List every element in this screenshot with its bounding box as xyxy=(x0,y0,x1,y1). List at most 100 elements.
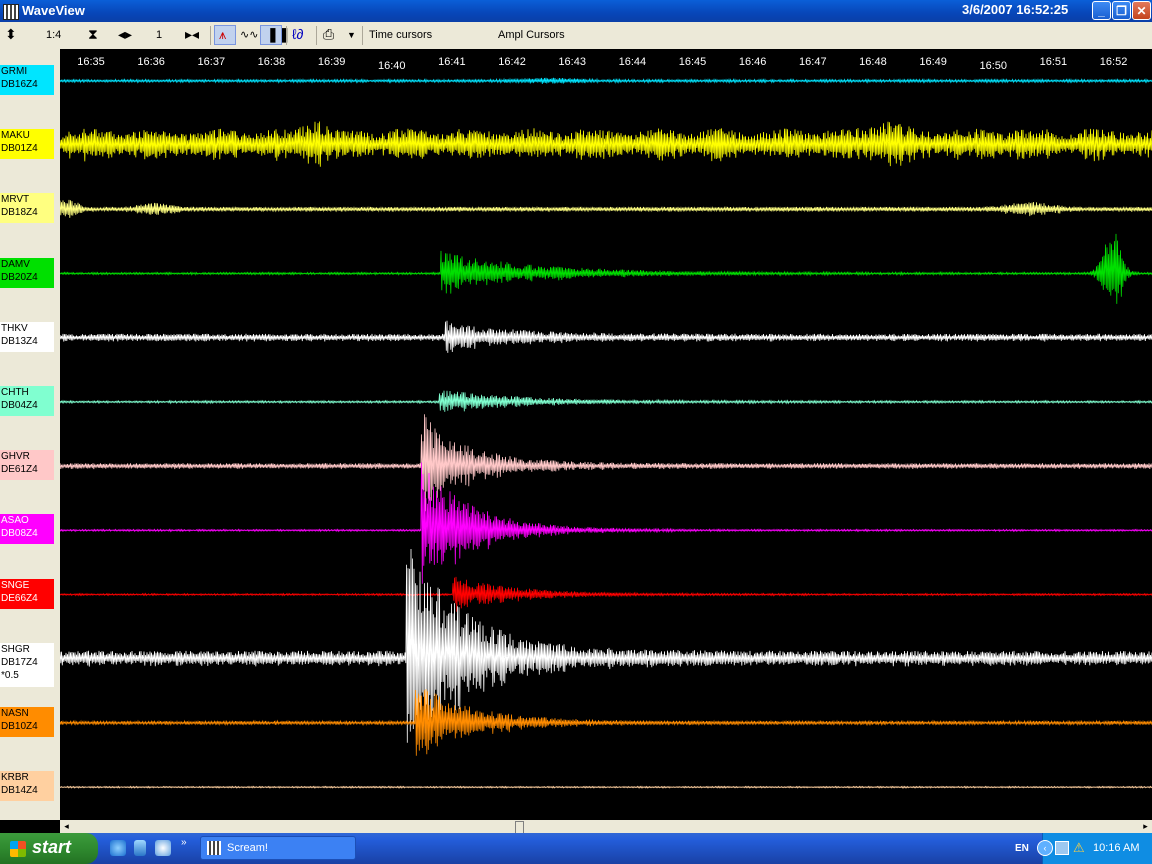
channel-station: ASAO xyxy=(1,515,29,527)
clock: 10:16 AM xyxy=(1093,842,1140,854)
channel-channel: DB18Z4 xyxy=(1,207,38,219)
scream-app-icon xyxy=(207,841,221,855)
zoom-ratio[interactable]: 1:4 xyxy=(46,29,61,41)
toolbar-separator xyxy=(316,26,317,45)
channel-label-chth[interactable]: CHTH DB04Z4 xyxy=(0,386,54,416)
maximize-button[interactable]: ❐ xyxy=(1112,1,1131,20)
close-button[interactable]: ✕ xyxy=(1132,1,1151,20)
waveform-nasn xyxy=(60,689,1152,756)
channel-label-snge[interactable]: SNGE DE66Z4 xyxy=(0,578,54,609)
toolbar-separator xyxy=(286,26,287,45)
channel-channel: DB08Z4 xyxy=(1,528,38,540)
channel-station: CHTH xyxy=(1,387,29,398)
pause-button[interactable]: ❚❚ xyxy=(260,25,290,45)
time-tick-label: 16:37 xyxy=(198,56,226,68)
ampl-cursors-button[interactable]: Ampl Cursors xyxy=(498,29,565,41)
taskbar-item-label: Scream! xyxy=(227,842,268,854)
time-tick-label: 16:41 xyxy=(438,56,466,68)
waveform-ghvr xyxy=(60,414,1152,512)
minimize-button[interactable]: _ xyxy=(1092,1,1111,20)
scroll-left-arrow[interactable]: ◂ xyxy=(60,820,73,833)
channel-label-krbr[interactable]: KRBR DB14Z4 xyxy=(0,771,54,802)
app-icon[interactable] xyxy=(3,4,19,20)
network-icon[interactable] xyxy=(1055,841,1069,855)
channel-label-thkv[interactable]: THKV DB13Z4 xyxy=(0,321,54,352)
current-datetime: 3/6/2007 16:52:25 xyxy=(962,2,1069,17)
waveform-plot[interactable]: 16:35 16:36 16:37 16:38 16:39 16:40 16:41 16:42… xyxy=(60,49,1152,820)
time-tick-label: 16:50 xyxy=(979,60,1007,72)
waveform-krbr xyxy=(60,785,1152,789)
pick-mode-button[interactable]: ⩚ xyxy=(214,25,236,45)
channel-label-shgr[interactable]: SHGR DB17Z4 *0.5 xyxy=(0,642,54,687)
time-axis: 16:35 16:36 16:37 16:38 16:39 16:40 16:41 16:42… xyxy=(77,56,1127,72)
channel-label-grmi[interactable]: GRMI DB16Z4 xyxy=(0,65,54,95)
time-tick-label: 16:43 xyxy=(558,56,586,68)
scroll-right-arrow[interactable]: ▸ xyxy=(1139,820,1152,833)
time-tick-label: 16:42 xyxy=(498,56,526,68)
waveform-icon[interactable]: ∿∿ xyxy=(240,28,258,41)
waveform-mrvt xyxy=(60,199,1152,218)
channel-label-mrvt[interactable]: MRVT DB18Z4 xyxy=(0,193,54,224)
channel-label-panel: GRMI DB16Z4 MAKU DB01Z4 MRVT DB18Z4 DAMV DB20Z4… xyxy=(0,49,60,820)
channel-channel: DE61Z4 xyxy=(1,464,38,476)
horizontal-scrollbar[interactable]: ◂ ▸ xyxy=(60,820,1152,834)
chevron-down-icon[interactable]: ▼ xyxy=(347,30,356,40)
compress-icon[interactable]: ▸◂ xyxy=(185,26,199,43)
explorer-icon[interactable] xyxy=(134,840,146,856)
time-tick-label: 16:45 xyxy=(679,56,707,68)
channel-channel: DB13Z4 xyxy=(1,335,38,347)
waveform-snge xyxy=(60,576,1152,612)
channel-channel: DB20Z4 xyxy=(1,271,38,283)
time-tick-label: 16:35 xyxy=(77,56,105,68)
taskbar-item-scream[interactable]: Scream! xyxy=(200,836,356,860)
trace-group xyxy=(60,77,1152,789)
security-warning-icon[interactable]: ⚠ xyxy=(1073,840,1085,856)
channel-channel: DB16Z4 xyxy=(1,79,38,90)
start-label: start xyxy=(32,837,72,857)
channel-channel: DE66Z4 xyxy=(1,592,38,604)
channel-station: MAKU xyxy=(1,130,30,142)
toolbar-separator xyxy=(210,26,211,45)
taskbar: start » Scream! EN ‹ ⚠ 10:16 AM xyxy=(0,833,1152,864)
toolbar: ⬍ 1:4 ⧗ ◂▸ 1 ▸◂ ⩚ ∿∿ ❚❚ ℓ∂ ⎙ ▼ Time curs… xyxy=(0,22,1152,50)
waveform-grmi xyxy=(60,77,1152,84)
channel-label-maku[interactable]: MAKU DB01Z4 xyxy=(0,129,54,160)
channel-station: DAMV xyxy=(1,258,30,270)
channel-station: NASN xyxy=(1,708,29,719)
media-icon[interactable] xyxy=(155,840,171,856)
waveform-chth xyxy=(60,390,1152,412)
start-button[interactable]: start xyxy=(0,833,98,864)
quicklaunch-overflow-icon[interactable]: » xyxy=(181,837,187,848)
channel-station: GRMI xyxy=(1,66,28,77)
waveform-damv xyxy=(60,233,1152,304)
time-tick-label: 16:49 xyxy=(919,56,947,68)
channel-label-asao[interactable]: ASAO DB08Z4 xyxy=(0,514,54,545)
language-indicator[interactable]: EN xyxy=(1015,843,1029,854)
tray-expand-icon[interactable]: ‹ xyxy=(1037,840,1053,856)
internet-explorer-icon[interactable] xyxy=(110,840,126,856)
filter-icon[interactable]: ℓ∂ xyxy=(292,26,303,42)
channel-channel: DB14Z4 xyxy=(1,785,38,797)
waveform-maku xyxy=(60,121,1152,167)
channel-label-nasn[interactable]: NASN DB10Z4 xyxy=(0,707,54,737)
channel-label-ghvr[interactable]: GHVR DE61Z4 xyxy=(0,450,54,481)
window-title: WaveView xyxy=(22,3,85,18)
waveform-asao xyxy=(60,462,1152,584)
time-tick-label: 16:40 xyxy=(378,60,406,72)
channel-label-damv[interactable]: DAMV DB20Z4 xyxy=(0,257,54,288)
hourglass-icon[interactable]: ⧗ xyxy=(88,26,98,43)
horizontal-zoom-icon[interactable]: ◂▸ xyxy=(118,26,132,43)
time-tick-label: 16:39 xyxy=(318,56,346,68)
channel-station: GHVR xyxy=(1,451,30,463)
time-tick-label: 16:38 xyxy=(258,56,286,68)
step-value[interactable]: 1 xyxy=(156,29,162,41)
time-tick-label: 16:51 xyxy=(1040,56,1068,68)
vertical-scale-icon[interactable]: ⬍ xyxy=(5,26,17,43)
printer-icon[interactable]: ⎙ xyxy=(323,26,334,43)
channel-channel: DB01Z4 xyxy=(1,143,38,155)
channel-channel: DB10Z4 xyxy=(1,721,38,732)
time-cursors-button[interactable]: Time cursors xyxy=(369,29,432,41)
system-tray: ‹ ⚠ 10:16 AM xyxy=(1037,833,1152,864)
title-bar: WaveView 3/6/2007 16:52:25 _ ❐ ✕ xyxy=(0,0,1152,22)
time-tick-label: 16:44 xyxy=(619,56,647,68)
